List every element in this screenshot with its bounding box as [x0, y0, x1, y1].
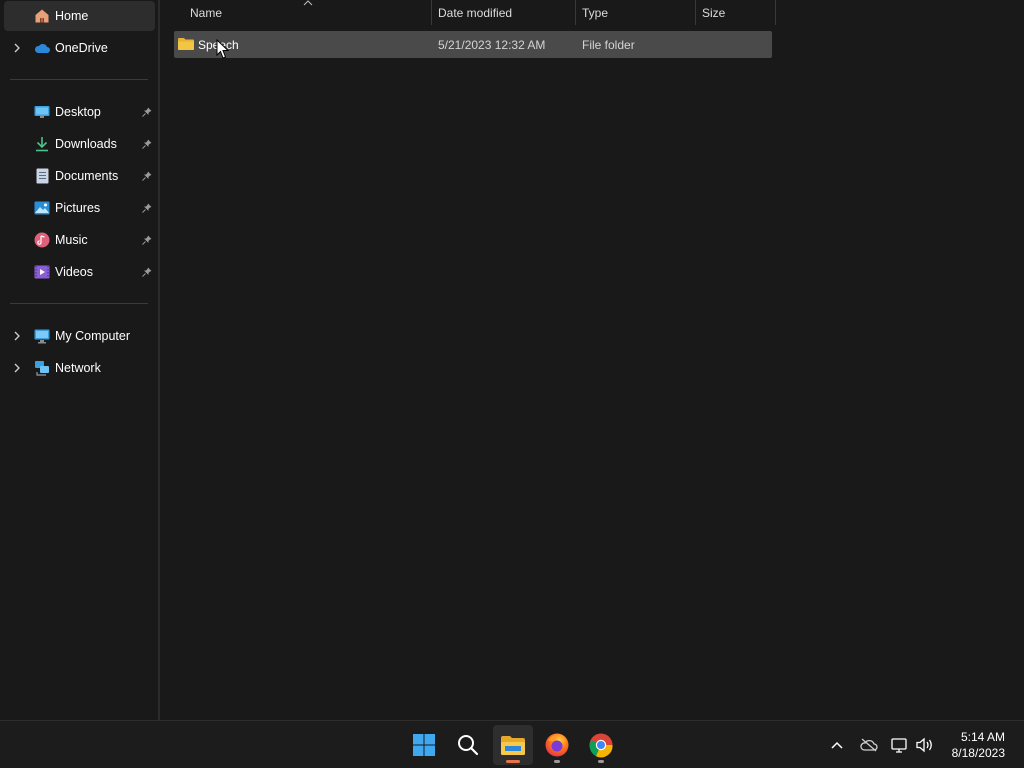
nav-item-desktop[interactable]: Desktop	[4, 97, 155, 127]
nav-divider	[10, 303, 148, 304]
column-header-name[interactable]: Name	[190, 0, 222, 25]
start-button[interactable]	[404, 725, 444, 765]
nav-item-label: Network	[55, 361, 101, 375]
onedrive-icon	[34, 40, 50, 56]
chevron-right-icon[interactable]	[12, 363, 22, 373]
pictures-icon	[34, 200, 50, 216]
chrome-button[interactable]	[581, 725, 621, 765]
nav-item-home[interactable]: Home	[4, 1, 155, 31]
firefox-icon	[545, 733, 569, 757]
nav-item-label: Music	[55, 233, 88, 247]
nav-item-downloads[interactable]: Downloads	[4, 129, 155, 159]
nav-item-videos[interactable]: Videos	[4, 257, 155, 287]
file-explorer-button[interactable]	[493, 725, 533, 765]
mouse-cursor-icon	[216, 39, 230, 59]
folder-icon	[178, 38, 194, 50]
nav-item-music[interactable]: Music	[4, 225, 155, 255]
file-list-view: Name Date modified Type Size Speech 5/21…	[160, 0, 1024, 720]
nav-item-onedrive[interactable]: OneDrive	[4, 33, 155, 63]
firefox-button[interactable]	[537, 725, 577, 765]
documents-icon	[34, 168, 50, 184]
column-header-date-modified[interactable]: Date modified	[438, 0, 512, 25]
nav-divider	[10, 79, 148, 80]
home-icon	[34, 8, 50, 24]
column-divider[interactable]	[695, 0, 696, 25]
system-clock[interactable]: 5:14 AM 8/18/2023	[952, 729, 1005, 761]
pin-icon[interactable]	[141, 170, 153, 182]
chevron-right-icon[interactable]	[12, 43, 22, 53]
network-icon	[891, 738, 907, 753]
chevron-up-icon	[831, 741, 843, 749]
sort-ascending-icon	[303, 0, 313, 6]
windows-logo-icon	[413, 734, 435, 756]
onedrive-tray-button[interactable]	[859, 735, 879, 755]
active-app-indicator	[506, 760, 520, 763]
file-explorer-icon	[501, 736, 525, 755]
column-divider[interactable]	[775, 0, 776, 25]
chevron-right-icon[interactable]	[12, 331, 22, 341]
column-divider[interactable]	[431, 0, 432, 25]
column-header-size[interactable]: Size	[702, 0, 725, 25]
nav-item-label: Home	[55, 9, 89, 23]
chrome-icon	[589, 733, 613, 758]
running-app-indicator	[598, 760, 604, 763]
table-row[interactable]: Speech 5/21/2023 12:32 AM File folder	[174, 31, 772, 58]
search-button[interactable]	[448, 725, 488, 765]
nav-item-pictures[interactable]: Pictures	[4, 193, 155, 223]
nav-item-label: OneDrive	[55, 41, 108, 55]
music-icon	[34, 232, 50, 248]
pin-icon[interactable]	[141, 234, 153, 246]
running-app-indicator	[554, 760, 560, 763]
search-icon	[458, 735, 479, 756]
nav-item-label: Videos	[55, 265, 93, 279]
onedrive-offline-icon	[860, 738, 878, 752]
navigation-pane: Home OneDrive Desktop Downloads Document…	[0, 0, 158, 720]
nav-item-label: My Computer	[55, 329, 131, 343]
column-divider[interactable]	[575, 0, 576, 25]
pin-icon[interactable]	[141, 266, 153, 278]
nav-item-my-computer[interactable]: My Computer	[4, 321, 155, 351]
network-tray-button[interactable]	[890, 735, 910, 755]
volume-tray-button[interactable]	[915, 735, 935, 755]
computer-icon	[34, 328, 50, 344]
nav-item-label: Pictures	[55, 201, 101, 215]
nav-item-network[interactable]: Network	[4, 353, 155, 383]
downloads-icon	[34, 136, 50, 152]
column-header-type[interactable]: Type	[582, 0, 608, 25]
pin-icon[interactable]	[141, 138, 153, 150]
desktop-icon	[34, 104, 50, 120]
nav-item-documents[interactable]: Documents	[4, 161, 155, 191]
file-date-modified: 5/21/2023 12:32 AM	[438, 37, 546, 52]
clock-date: 8/18/2023	[951, 746, 1005, 760]
show-hidden-icons-button[interactable]	[827, 735, 847, 755]
nav-item-label: Desktop	[55, 105, 101, 119]
nav-item-label: Documents	[55, 169, 119, 183]
taskbar: 5:14 AM 8/18/2023	[0, 720, 1024, 768]
nav-item-label: Downloads	[55, 137, 117, 151]
videos-icon	[34, 264, 50, 280]
pin-icon[interactable]	[141, 106, 153, 118]
clock-time: 5:14 AM	[960, 730, 1005, 744]
network-icon	[34, 360, 50, 376]
pin-icon[interactable]	[141, 202, 153, 214]
file-type: File folder	[582, 37, 635, 52]
volume-icon	[916, 737, 932, 753]
